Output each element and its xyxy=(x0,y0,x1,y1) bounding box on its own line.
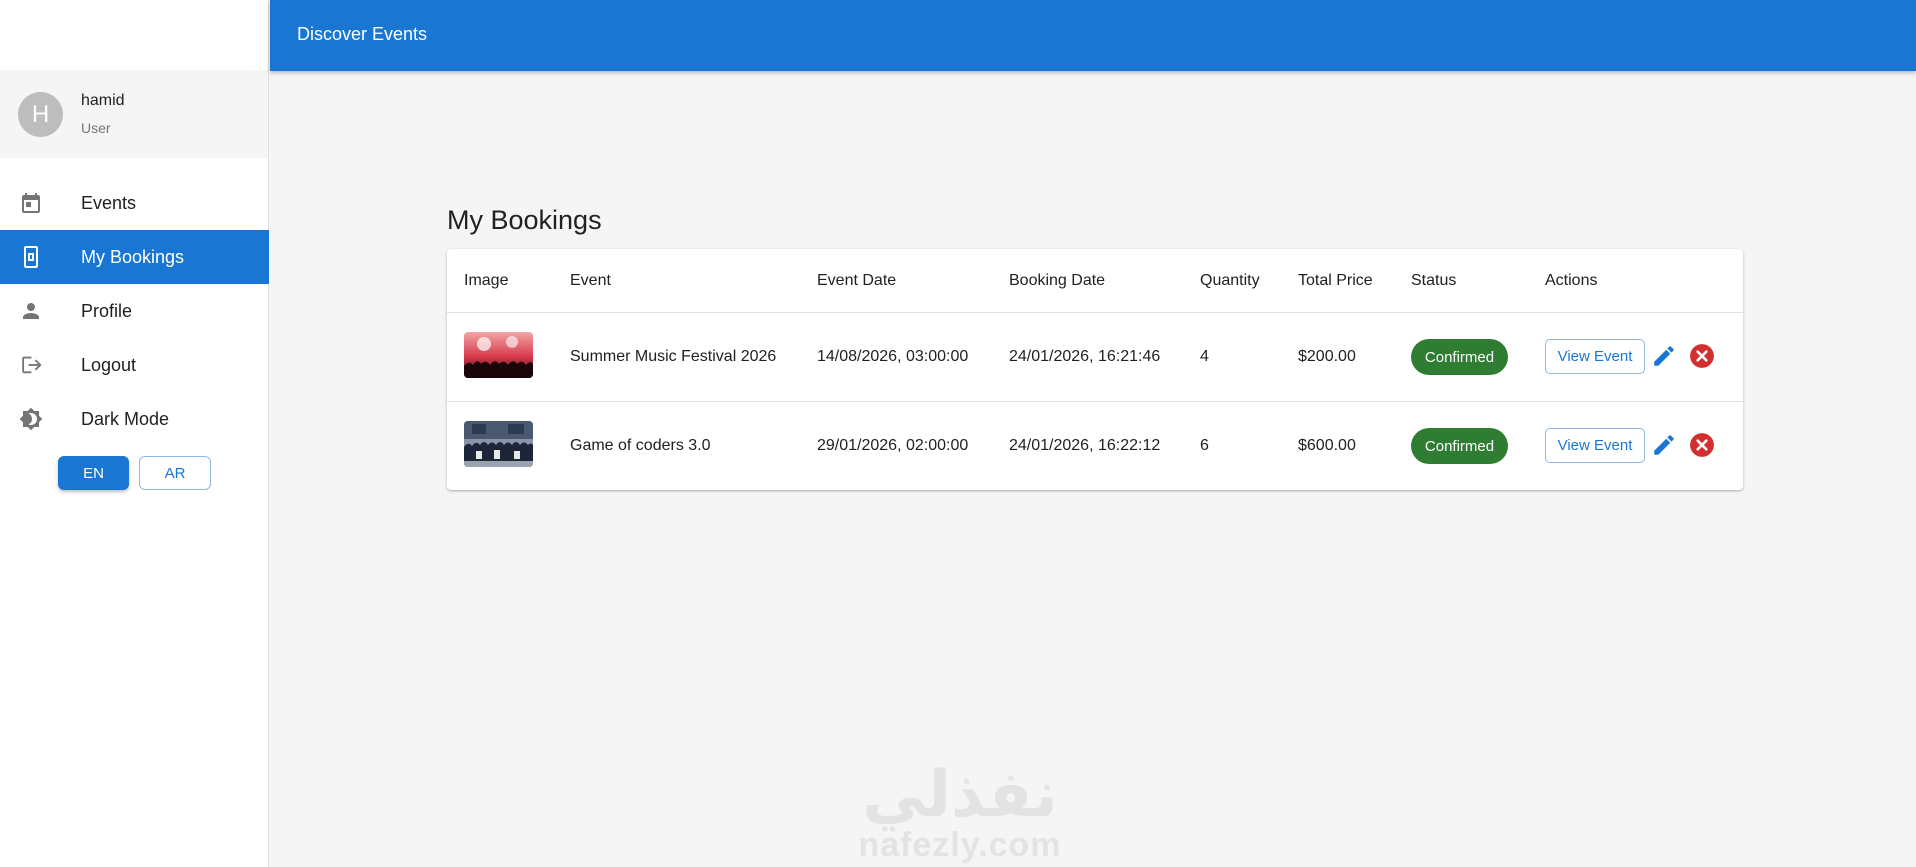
edit-icon[interactable] xyxy=(1651,432,1677,458)
sidebar: H hamid User Events My Bookings Profile xyxy=(0,0,269,867)
cancel-booking-icon[interactable] xyxy=(1689,343,1715,369)
person-icon xyxy=(19,299,43,323)
watermark-arabic: نفذلي xyxy=(862,758,1058,832)
cancel-booking-icon[interactable] xyxy=(1689,432,1715,458)
view-event-button[interactable]: View Event xyxy=(1545,339,1645,374)
header-event: Event xyxy=(570,272,611,289)
sidebar-item-my-bookings[interactable]: My Bookings xyxy=(0,230,269,284)
total-price: $600.00 xyxy=(1298,437,1356,454)
quantity: 4 xyxy=(1200,348,1209,365)
quantity: 6 xyxy=(1200,437,1209,454)
event-name: Game of coders 3.0 xyxy=(570,437,711,454)
table-row: Summer Music Festival 2026 14/08/2026, 0… xyxy=(447,313,1743,402)
sidebar-item-label: My Bookings xyxy=(81,246,185,267)
total-price: $200.00 xyxy=(1298,348,1356,365)
status-badge: Confirmed xyxy=(1411,428,1508,464)
bookings-table: Image Event Event Date Booking Date Quan… xyxy=(447,249,1743,490)
header-booking-date: Booking Date xyxy=(1009,272,1106,289)
language-ar-button[interactable]: AR xyxy=(139,456,211,490)
avatar: H xyxy=(18,92,63,137)
sidebar-item-label: Logout xyxy=(81,354,137,375)
user-info: H hamid User xyxy=(0,70,268,158)
sidebar-item-label: Events xyxy=(81,192,137,213)
app-bar: Discover Events xyxy=(270,0,1916,71)
sidebar-item-label: Dark Mode xyxy=(81,408,170,429)
language-en-button[interactable]: EN xyxy=(58,456,129,490)
event-thumbnail xyxy=(464,421,533,467)
header-status: Status xyxy=(1411,272,1457,289)
table-row: Game of coders 3.0 29/01/2026, 02:00:00 … xyxy=(447,402,1743,491)
event-name: Summer Music Festival 2026 xyxy=(570,348,777,365)
header-total-price: Total Price xyxy=(1298,272,1373,289)
calendar-icon xyxy=(19,191,43,215)
header-quantity: Quantity xyxy=(1200,272,1260,289)
ticket-icon xyxy=(19,245,43,269)
watermark-latin: nafezly.com xyxy=(858,826,1062,864)
table-header: Image Event Event Date Booking Date Quan… xyxy=(447,249,1743,313)
user-role: User xyxy=(81,120,111,136)
sidebar-item-logout[interactable]: Logout xyxy=(0,338,269,392)
sidebar-item-events[interactable]: Events xyxy=(0,176,269,230)
sidebar-item-profile[interactable]: Profile xyxy=(0,284,269,338)
view-event-button[interactable]: View Event xyxy=(1545,428,1645,463)
logout-icon xyxy=(19,353,43,377)
header-image: Image xyxy=(464,272,509,289)
booking-date: 24/01/2026, 16:21:46 xyxy=(1009,348,1161,365)
event-thumbnail xyxy=(464,332,533,378)
app-title[interactable]: Discover Events xyxy=(297,24,427,45)
header-actions: Actions xyxy=(1545,272,1598,289)
header-event-date: Event Date xyxy=(817,272,897,289)
sidebar-nav: Events My Bookings Profile Logout Dark M… xyxy=(0,176,269,446)
status-badge: Confirmed xyxy=(1411,339,1508,375)
brightness-icon xyxy=(19,407,43,431)
booking-date: 24/01/2026, 16:22:12 xyxy=(1009,437,1161,454)
event-date: 14/08/2026, 03:00:00 xyxy=(817,348,969,365)
page-title: My Bookings xyxy=(447,205,602,235)
sidebar-item-dark-mode[interactable]: Dark Mode xyxy=(0,392,269,446)
user-name: hamid xyxy=(81,92,125,109)
sidebar-item-label: Profile xyxy=(81,300,133,321)
edit-icon[interactable] xyxy=(1651,343,1677,369)
event-date: 29/01/2026, 02:00:00 xyxy=(817,437,969,454)
watermark-logo: نفذلي nafezly.com xyxy=(850,758,1070,867)
